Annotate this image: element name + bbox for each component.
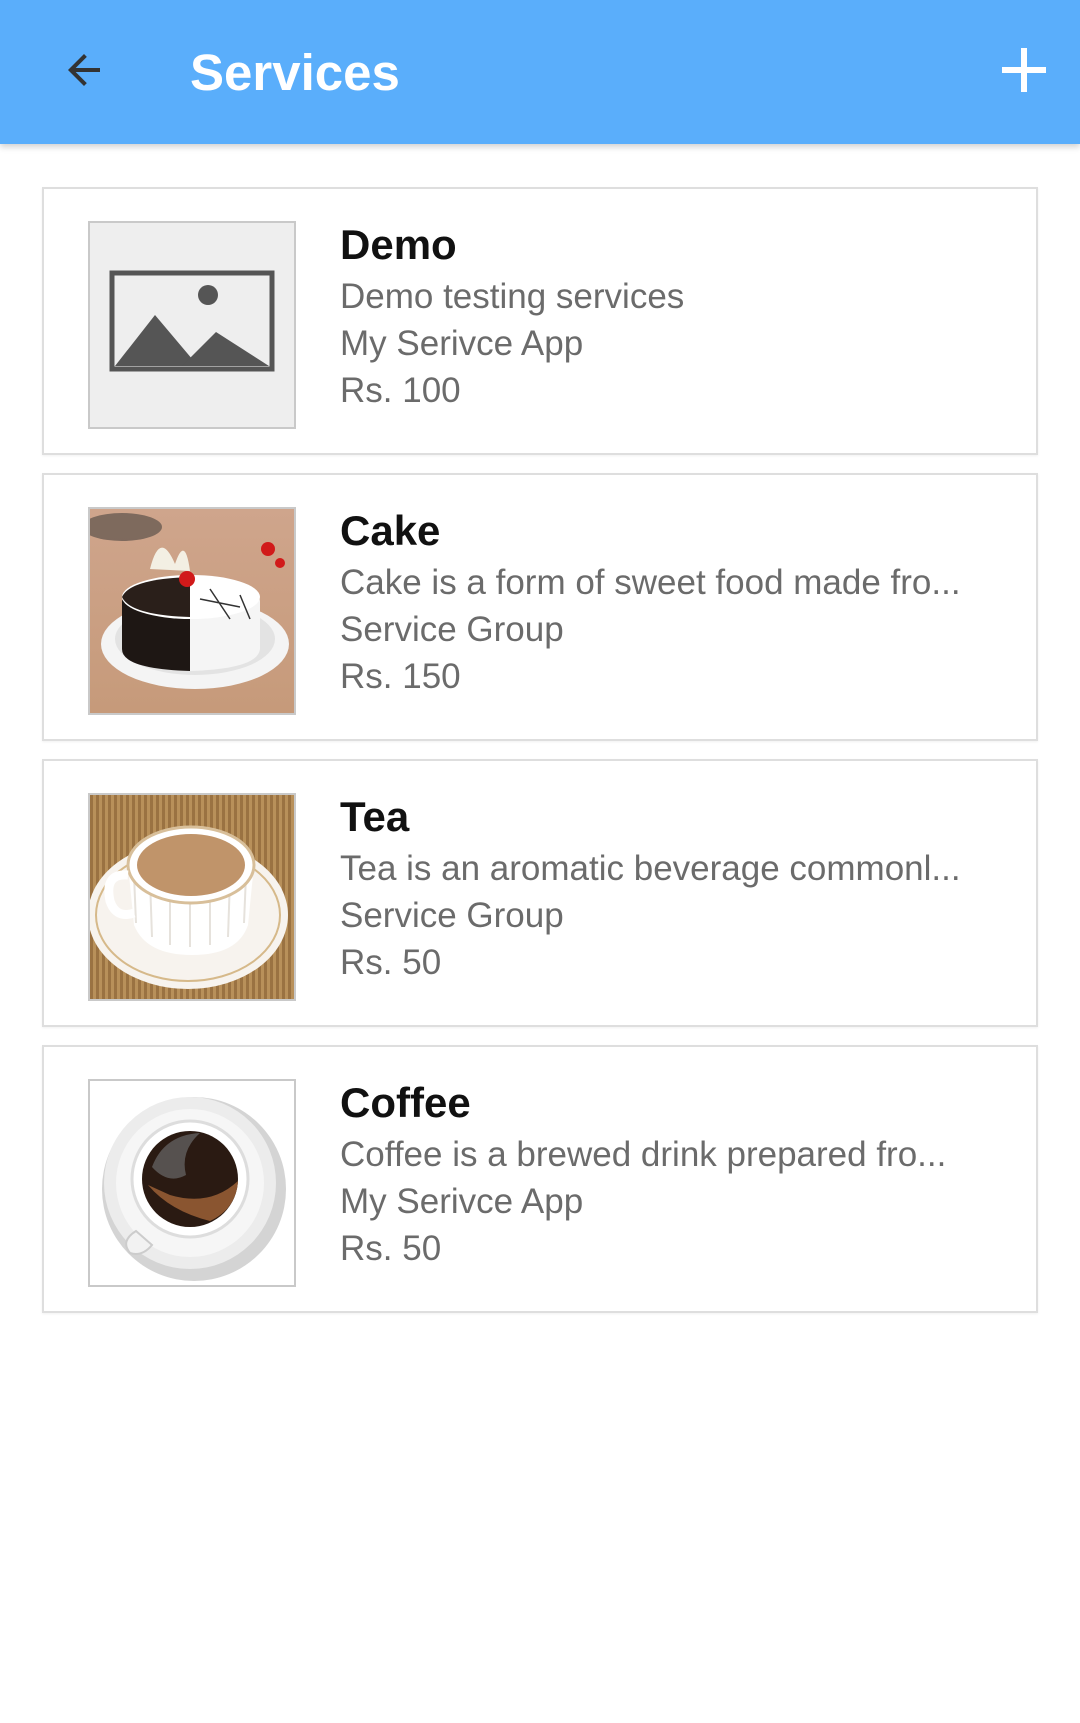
service-description: Tea is an aromatic beverage commonl... [340, 849, 961, 888]
service-description: Coffee is a brewed drink prepared fro... [340, 1135, 947, 1174]
service-image [88, 1079, 296, 1287]
service-card[interactable]: Cake Cake is a form of sweet food made f… [42, 473, 1038, 741]
service-group: My Serivce App [340, 324, 584, 363]
service-group: Service Group [340, 896, 564, 935]
tea-cup-photo [90, 795, 294, 999]
service-card[interactable]: Coffee Coffee is a brewed drink prepared… [42, 1045, 1038, 1313]
service-card[interactable]: Demo Demo testing services My Serivce Ap… [42, 187, 1038, 455]
service-price: Rs. 100 [340, 371, 461, 410]
service-image [88, 221, 296, 429]
service-description: Cake is a form of sweet food made fro... [340, 563, 961, 602]
service-price: Rs. 50 [340, 1229, 442, 1268]
service-name: Tea [340, 793, 410, 840]
service-image [88, 507, 296, 715]
service-card[interactable]: Tea Tea is an aromatic beverage commonl.… [42, 759, 1038, 1027]
placeholder-image-icon [90, 223, 294, 427]
service-price: Rs. 150 [340, 657, 461, 696]
coffee-cup-photo [90, 1081, 294, 1285]
service-name: Coffee [340, 1079, 471, 1126]
service-price: Rs. 50 [340, 943, 442, 982]
service-name: Demo [340, 221, 457, 268]
service-name: Cake [340, 507, 441, 554]
service-image [88, 793, 296, 1001]
cake-photo [90, 509, 294, 713]
app-bar: Services [0, 0, 1080, 144]
page-title: Services [190, 44, 400, 101]
service-group: My Serivce App [340, 1182, 584, 1221]
plus-icon [1002, 48, 1046, 92]
service-description: Demo testing services [340, 277, 685, 316]
service-list: Demo Demo testing services My Serivce Ap… [42, 187, 1038, 1331]
service-group: Service Group [340, 610, 564, 649]
back-button[interactable] [52, 38, 116, 102]
add-service-button[interactable] [990, 36, 1058, 104]
arrow-left-icon [68, 54, 100, 86]
